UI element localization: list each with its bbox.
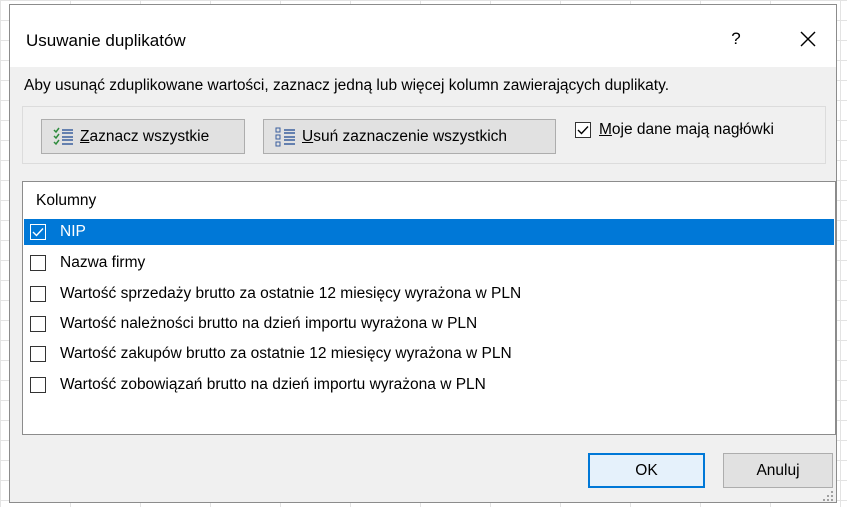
- title-bar: Usuwanie duplikatów ?: [10, 5, 836, 67]
- close-icon: [800, 31, 816, 47]
- checkmark-icon: [577, 126, 589, 135]
- my-data-has-headers-checkbox[interactable]: Moje dane mają nagłówki: [575, 121, 774, 139]
- list-item[interactable]: Nazwa firmy: [24, 250, 834, 276]
- instruction-text: Aby usunąć zduplikowane wartości, zaznac…: [24, 77, 670, 94]
- unselect-all-list-icon: [275, 127, 295, 146]
- resize-grip-icon[interactable]: [822, 490, 834, 502]
- remove-duplicates-dialog: Usuwanie duplikatów ? Aby usunąć zduplik…: [9, 4, 837, 503]
- column-checkbox[interactable]: [30, 286, 46, 302]
- unselect-all-label: Usuń zaznaczenie wszystkich: [302, 127, 508, 145]
- column-label: Nazwa firmy: [60, 254, 146, 271]
- column-checkbox[interactable]: [30, 224, 46, 240]
- column-checkbox[interactable]: [30, 377, 46, 393]
- help-button[interactable]: ?: [725, 27, 747, 51]
- checkmark-icon: [32, 228, 44, 237]
- column-label: Wartość zobowiązań brutto na dzień impor…: [60, 376, 486, 393]
- unselect-all-button[interactable]: Usuń zaznaczenie wszystkich: [263, 119, 556, 154]
- select-all-button[interactable]: Zaznacz wszystkie: [41, 119, 245, 154]
- ok-button[interactable]: OK: [588, 453, 705, 488]
- select-all-list-icon: [53, 127, 73, 145]
- headers-checkbox-label: Moje dane mają nagłówki: [599, 121, 774, 138]
- column-label: Wartość sprzedaży brutto za ostatnie 12 …: [60, 285, 522, 302]
- cancel-button[interactable]: Anuluj: [723, 453, 833, 488]
- list-item[interactable]: Wartość zobowiązań brutto na dzień impor…: [24, 372, 834, 398]
- columns-list: Kolumny NIP Nazwa firmy Wartość sprzedaż…: [22, 181, 836, 435]
- close-button[interactable]: [794, 25, 822, 53]
- column-checkbox[interactable]: [30, 255, 46, 271]
- list-item[interactable]: Wartość sprzedaży brutto za ostatnie 12 …: [24, 281, 834, 307]
- column-checkbox[interactable]: [30, 346, 46, 362]
- column-label: Wartość należności brutto na dzień impor…: [60, 315, 478, 332]
- list-item[interactable]: Wartość zakupów brutto za ostatnie 12 mi…: [24, 341, 834, 367]
- select-all-label: Zaznacz wszystkie: [80, 127, 210, 145]
- list-item[interactable]: Wartość należności brutto na dzień impor…: [24, 311, 834, 337]
- column-label: Wartość zakupów brutto za ostatnie 12 mi…: [60, 345, 512, 362]
- column-checkbox[interactable]: [30, 316, 46, 332]
- columns-header: Kolumny: [36, 192, 97, 209]
- list-item[interactable]: NIP: [24, 219, 834, 245]
- dialog-title: Usuwanie duplikatów: [26, 31, 186, 50]
- column-label: NIP: [60, 223, 86, 240]
- headers-checkbox-box[interactable]: [575, 122, 591, 138]
